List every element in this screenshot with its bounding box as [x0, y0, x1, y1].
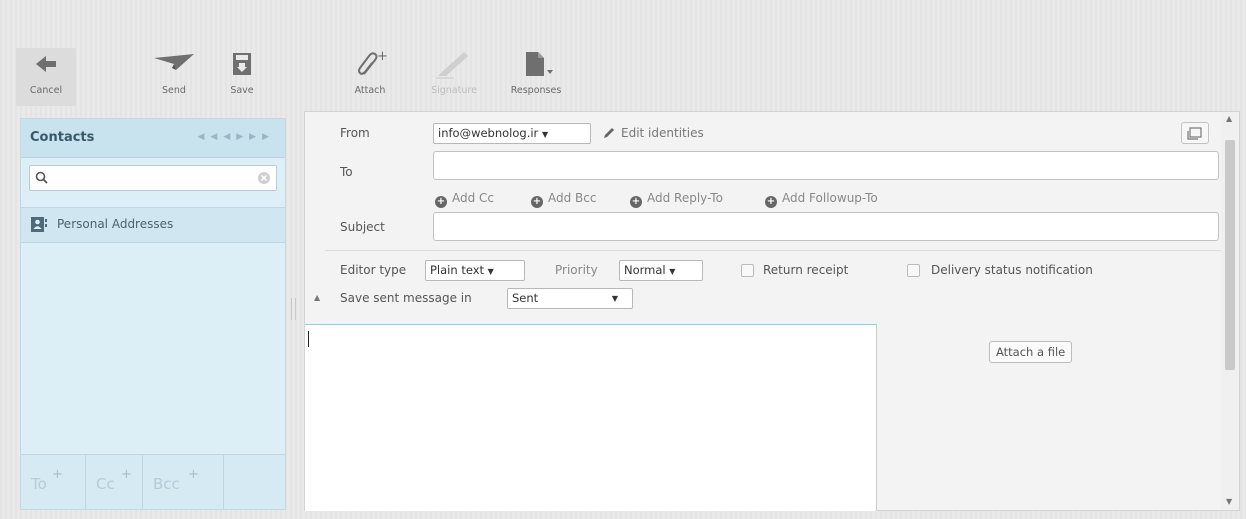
address-book-icon — [31, 217, 47, 232]
save-sent-select[interactable]: Sent ▼ — [507, 288, 633, 309]
add-circle-icon: + — [765, 196, 777, 208]
text-cursor — [308, 331, 309, 347]
priority-select[interactable]: Normal ▼ — [619, 260, 703, 281]
compose-scrollbar[interactable]: ▲ ▼ — [1221, 112, 1239, 510]
responses-label: Responses — [510, 85, 562, 96]
send-label: Send — [162, 85, 186, 96]
delivery-status-checkbox[interactable] — [907, 264, 920, 277]
contacts-search — [29, 165, 277, 191]
cancel-label: Cancel — [29, 85, 63, 96]
from-value: info@webnolog.ir — [438, 126, 539, 140]
add-followup-to-text: Add Followup-To — [782, 191, 878, 205]
attach-button[interactable]: + Attach — [340, 48, 400, 106]
subject-field[interactable] — [433, 212, 1219, 241]
from-label: From — [340, 126, 370, 140]
add-circle-icon: + — [435, 196, 447, 208]
add-bcc-link[interactable]: + Add Bcc — [531, 191, 596, 208]
add-bcc-text: Add Bcc — [548, 191, 597, 205]
addressbook-personal[interactable]: Personal Addresses — [21, 207, 285, 243]
pen-icon — [424, 48, 484, 82]
save-icon — [212, 48, 272, 82]
headers-icon — [1187, 127, 1202, 140]
edit-identities-label: Edit identities — [621, 126, 704, 140]
arrow-left-icon — [16, 48, 76, 82]
contacts-pager: ◀◀◀▶▶▶ — [197, 132, 275, 142]
toggle-headers-button[interactable] — [1181, 122, 1209, 144]
pencil-icon — [604, 128, 614, 138]
svg-text:+: + — [377, 49, 388, 64]
add-cc-button[interactable]: Cc + — [86, 455, 143, 509]
to-label: To — [340, 165, 353, 179]
save-sent-value: Sent — [512, 291, 539, 305]
editor-type-select[interactable]: Plain text ▼ — [425, 260, 525, 281]
header-divider — [325, 250, 1221, 251]
contacts-panel: Contacts ◀◀◀▶▶▶ Personal Addresses To + C… — [20, 118, 286, 510]
attach-label: Attach — [354, 85, 386, 96]
paperclip-plus-icon: + — [340, 48, 400, 82]
priority-label: Priority — [555, 263, 598, 277]
responses-button[interactable]: Responses — [506, 48, 566, 106]
prev-page-icon[interactable]: ◀ — [223, 132, 236, 142]
scroll-down-icon[interactable]: ▼ — [1226, 497, 1232, 506]
next-page-icon[interactable]: ▶ — [236, 132, 249, 142]
signature-button[interactable]: Signature — [424, 48, 484, 106]
delivery-status-label: Delivery status notification — [931, 263, 1093, 277]
add-circle-icon: + — [630, 196, 642, 208]
add-reply-to-text: Add Reply-To — [647, 191, 723, 205]
plus-icon: + — [188, 467, 199, 482]
to-field[interactable] — [433, 151, 1219, 180]
add-to-button[interactable]: To + — [21, 455, 86, 509]
scroll-up-icon[interactable]: ▲ — [1226, 114, 1232, 123]
scroll-thumb[interactable] — [1225, 140, 1235, 370]
document-dropdown-icon — [506, 48, 566, 82]
clear-search-icon[interactable] — [257, 171, 271, 185]
save-button[interactable]: Save — [212, 48, 272, 106]
paper-plane-icon — [144, 48, 204, 82]
panel-splitter[interactable] — [291, 298, 296, 320]
search-input[interactable] — [52, 169, 256, 189]
add-reply-to-link[interactable]: + Add Reply-To — [630, 191, 723, 208]
from-select[interactable]: info@webnolog.ir ▼ — [433, 123, 591, 144]
plus-icon: + — [121, 467, 132, 482]
compose-area: From info@webnolog.ir ▼ Edit identities … — [304, 111, 1240, 511]
compose-toolbar: Cancel Send Save + Attach Signature Resp… — [0, 0, 1246, 110]
return-receipt-label: Return receipt — [763, 263, 849, 277]
editor-type-value: Plain text — [430, 263, 485, 277]
subject-label: Subject — [340, 220, 385, 234]
add-cc-link[interactable]: + Add Cc — [435, 191, 494, 208]
return-receipt-checkbox[interactable] — [741, 264, 754, 277]
add-circle-icon: + — [531, 196, 543, 208]
cancel-button[interactable]: Cancel — [16, 48, 76, 106]
add-cc-label: Cc — [96, 475, 115, 493]
editor-type-label: Editor type — [340, 263, 407, 277]
contacts-footer: To + Cc + Bcc + — [21, 454, 285, 509]
last-page-icon[interactable]: ▶▶ — [249, 132, 275, 142]
add-bcc-button[interactable]: Bcc + — [143, 455, 224, 509]
save-sent-label: Save sent message in — [340, 291, 472, 305]
priority-value: Normal — [624, 263, 666, 277]
add-cc-text: Add Cc — [452, 191, 495, 205]
add-followup-to-link[interactable]: + Add Followup-To — [765, 191, 878, 208]
edit-identities-link[interactable]: Edit identities — [603, 126, 704, 140]
collapse-options-icon[interactable]: ▲ — [314, 293, 320, 302]
add-to-label: To — [31, 475, 47, 493]
attach-file-button[interactable]: Attach a file — [989, 341, 1073, 363]
contacts-title: Contacts — [30, 130, 95, 145]
add-bcc-label: Bcc — [153, 475, 180, 493]
first-page-icon[interactable]: ◀◀ — [197, 132, 223, 142]
contacts-header: Contacts ◀◀◀▶▶▶ — [21, 119, 285, 158]
signature-label: Signature — [431, 85, 477, 96]
send-button[interactable]: Send — [144, 48, 204, 106]
save-label: Save — [230, 85, 254, 96]
addressbook-label: Personal Addresses — [57, 217, 174, 231]
plus-icon: + — [52, 467, 63, 482]
search-icon — [35, 171, 48, 184]
message-body-editor[interactable] — [305, 324, 877, 511]
